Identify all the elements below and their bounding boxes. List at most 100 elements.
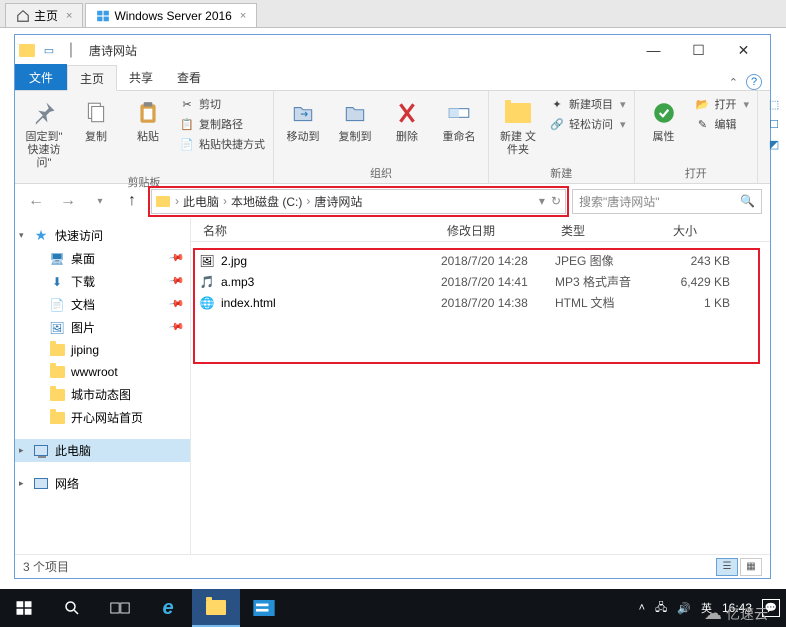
select-all-button[interactable]: ⬚全部选择 bbox=[764, 95, 786, 113]
folder-icon bbox=[156, 196, 170, 207]
delete-button[interactable]: 删除 bbox=[384, 95, 430, 146]
close-icon[interactable]: × bbox=[240, 10, 246, 22]
host-tab-home[interactable]: 主页 × bbox=[5, 3, 83, 27]
crumb-thispc[interactable]: 此电脑 bbox=[180, 193, 222, 210]
host-tab-ws2016[interactable]: Windows Server 2016 × bbox=[85, 3, 257, 27]
sidebar-item-jiping[interactable]: jiping bbox=[15, 339, 190, 361]
file-tab[interactable]: 文件 bbox=[15, 64, 67, 90]
help-button[interactable]: ? bbox=[746, 74, 762, 90]
sidebar-item-documents[interactable]: 📄文档📌 bbox=[15, 293, 190, 316]
sidebar-item-happy[interactable]: 开心网站首页 bbox=[15, 406, 190, 429]
refresh-icon[interactable]: ↻ bbox=[551, 194, 561, 208]
file-row[interactable]: 🌐index.html 2018/7/20 14:38 HTML 文档 1 KB bbox=[195, 292, 758, 313]
file-row[interactable]: 🖼2.jpg 2018/7/20 14:28 JPEG 图像 243 KB bbox=[195, 250, 758, 271]
sidebar-item-label: wwwroot bbox=[71, 365, 118, 379]
paste-shortcut-button[interactable]: 📄粘贴快捷方式 bbox=[177, 135, 267, 153]
file-name: a.mp3 bbox=[221, 275, 254, 289]
file-row[interactable]: 🎵a.mp3 2018/7/20 14:41 MP3 格式声音 6,429 KB bbox=[195, 271, 758, 292]
back-button[interactable]: ← bbox=[23, 188, 49, 214]
ie-button[interactable]: e bbox=[144, 589, 192, 627]
server-manager-button[interactable] bbox=[240, 589, 288, 627]
pin-icon: 📌 bbox=[167, 296, 184, 312]
start-button[interactable] bbox=[0, 589, 48, 627]
tab-view[interactable]: 查看 bbox=[165, 64, 213, 90]
windows-icon bbox=[15, 599, 33, 617]
col-date[interactable]: 修改日期 bbox=[439, 218, 553, 241]
sidebar-item-city[interactable]: 城市动态图 bbox=[15, 383, 190, 406]
view-icons-button[interactable]: ▦ bbox=[740, 558, 762, 576]
search-input[interactable]: 搜索"唐诗网站" 🔍 bbox=[572, 189, 762, 214]
desktop-icon: 🖥 bbox=[49, 251, 65, 267]
ribbon-group-open: 属性 📂打开▾ ✎编辑 打开 bbox=[635, 91, 759, 183]
network-icon bbox=[33, 476, 49, 492]
forward-button[interactable]: → bbox=[55, 188, 81, 214]
tray-volume-icon[interactable]: 🔊 bbox=[677, 602, 691, 615]
close-button[interactable]: ✕ bbox=[721, 36, 766, 64]
sidebar-item-pictures[interactable]: 🖼图片📌 bbox=[15, 316, 190, 339]
qat-btn[interactable]: ▭ bbox=[41, 42, 57, 58]
paste-icon bbox=[132, 97, 164, 129]
properties-button[interactable]: 属性 bbox=[641, 95, 687, 146]
view-details-button[interactable]: ☰ bbox=[716, 558, 738, 576]
crumb-folder[interactable]: 唐诗网站 bbox=[311, 193, 365, 210]
up-button[interactable]: ↑ bbox=[119, 188, 145, 214]
new-item-button[interactable]: ✦新建项目▾ bbox=[547, 95, 628, 113]
sidebar-network[interactable]: ▸ 网络 bbox=[15, 472, 190, 495]
sidebar-item-label: 文档 bbox=[71, 296, 95, 313]
tab-home[interactable]: 主页 bbox=[67, 65, 117, 91]
paste-button[interactable]: 粘贴 bbox=[125, 95, 171, 146]
search-placeholder: 搜索"唐诗网站" bbox=[579, 193, 660, 210]
dropdown-icon[interactable]: ▾ bbox=[539, 194, 545, 208]
col-type[interactable]: 类型 bbox=[553, 218, 665, 241]
crumb-disk[interactable]: 本地磁盘 (C:) bbox=[228, 193, 305, 210]
sidebar-item-label: 图片 bbox=[71, 319, 95, 336]
explorer-task-button[interactable] bbox=[192, 589, 240, 627]
tray-ime[interactable]: 英 bbox=[701, 600, 712, 616]
sidebar-item-label: 网络 bbox=[55, 475, 79, 492]
col-name[interactable]: 名称 bbox=[191, 218, 439, 241]
sidebar-quick-access[interactable]: ▾ ★ 快速访问 bbox=[15, 224, 190, 247]
edit-button[interactable]: ✎编辑 bbox=[693, 115, 752, 133]
close-icon[interactable]: × bbox=[66, 10, 72, 22]
new-folder-button[interactable]: 新建 文件夹 bbox=[495, 95, 541, 159]
tray-clock[interactable]: 16:43 bbox=[722, 601, 752, 615]
col-size[interactable]: 大小 bbox=[665, 218, 770, 241]
folder-icon bbox=[49, 364, 65, 380]
tray-notifications[interactable]: 💬 bbox=[762, 599, 780, 617]
minimize-button[interactable]: — bbox=[631, 36, 676, 64]
address-bar[interactable]: › 此电脑 › 本地磁盘 (C:) › 唐诗网站 ▾ ↻ bbox=[151, 189, 566, 214]
chevron-right-icon: ▸ bbox=[19, 478, 24, 489]
tab-share[interactable]: 共享 bbox=[117, 64, 165, 90]
host-tabs: 主页 × Windows Server 2016 × bbox=[0, 0, 786, 28]
moveto-button[interactable]: 移动到 bbox=[280, 95, 326, 146]
easy-access-button[interactable]: 🔗轻松访问▾ bbox=[547, 115, 628, 133]
rename-button[interactable]: 重命名 bbox=[436, 95, 482, 146]
file-area-highlight: 🖼2.jpg 2018/7/20 14:28 JPEG 图像 243 KB 🎵a… bbox=[193, 248, 760, 364]
tray-network-icon[interactable]: 🖧 bbox=[655, 599, 667, 618]
sidebar-thispc[interactable]: ▸此电脑 bbox=[15, 439, 190, 462]
search-button[interactable] bbox=[48, 589, 96, 627]
open-button[interactable]: 📂打开▾ bbox=[693, 95, 752, 113]
recent-dropdown[interactable]: ▾ bbox=[87, 188, 113, 214]
group-label: 选择 bbox=[764, 163, 786, 181]
taskview-icon bbox=[110, 600, 130, 616]
ribbon-collapse[interactable]: ⌃ bbox=[729, 76, 738, 89]
maximize-button[interactable]: ☐ bbox=[676, 36, 721, 64]
pin-to-quick-access-button[interactable]: 固定到" 快速访问" bbox=[21, 95, 67, 172]
copy-button[interactable]: 复制 bbox=[73, 95, 119, 146]
copy-path-button[interactable]: 📋复制路径 bbox=[177, 115, 267, 133]
sidebar-item-downloads[interactable]: ⬇下载📌 bbox=[15, 270, 190, 293]
sidebar-item-label: 开心网站首页 bbox=[71, 409, 143, 426]
statusbar: 3 个项目 ☰ ▦ bbox=[15, 554, 770, 578]
sidebar-item-desktop[interactable]: 🖥桌面📌 bbox=[15, 247, 190, 270]
taskview-button[interactable] bbox=[96, 589, 144, 627]
tray-chevron-up-icon[interactable]: ˄ bbox=[639, 602, 645, 614]
edit-icon: ✎ bbox=[695, 116, 711, 132]
select-none-button[interactable]: ☐全部取消 bbox=[764, 115, 786, 133]
pin-icon: 📌 bbox=[167, 250, 184, 266]
sidebar-item-wwwroot[interactable]: wwwroot bbox=[15, 361, 190, 383]
cut-button[interactable]: ✂剪切 bbox=[177, 95, 267, 113]
copyto-button[interactable]: 复制到 bbox=[332, 95, 378, 146]
invert-selection-button[interactable]: ◩反向选择 bbox=[764, 135, 786, 153]
address-row: ← → ▾ ↑ › 此电脑 › 本地磁盘 (C:) › 唐诗网站 ▾ ↻ 搜索"… bbox=[15, 184, 770, 218]
